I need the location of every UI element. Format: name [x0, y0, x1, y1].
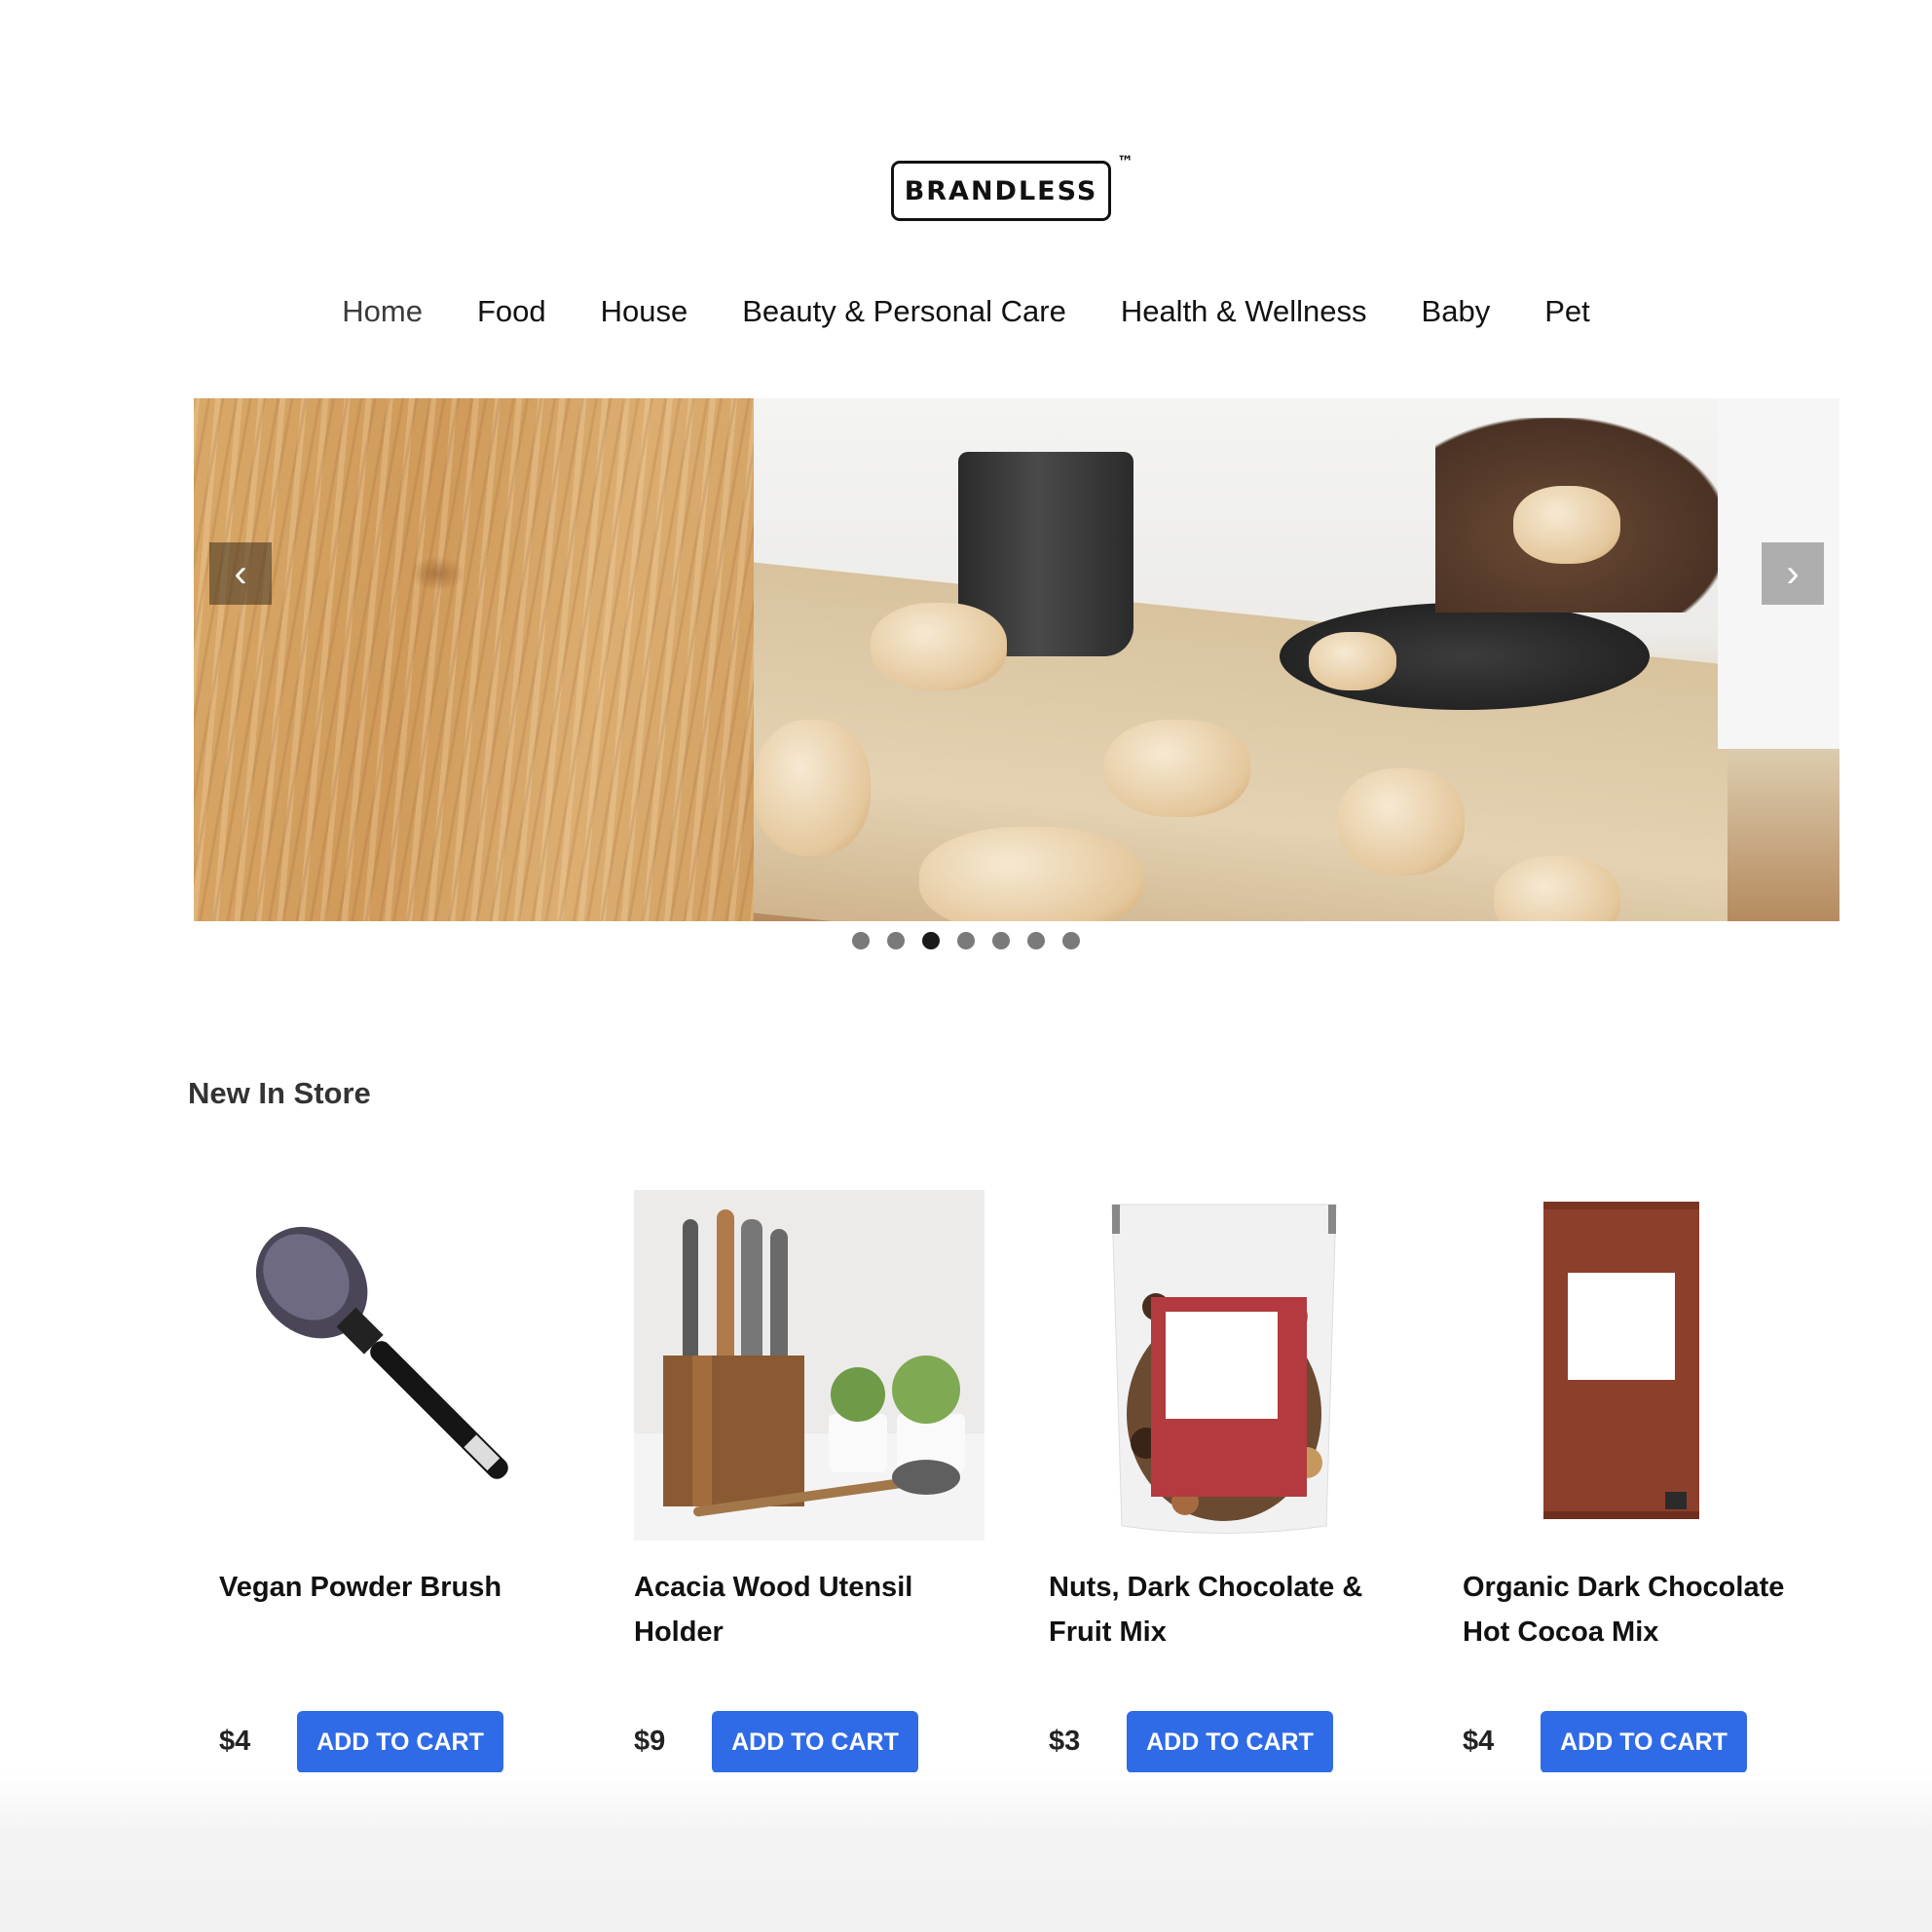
carousel-dot-2[interactable] [887, 932, 905, 949]
nav-item-house[interactable]: House [601, 294, 688, 329]
add-to-cart-button[interactable]: ADD TO CART [297, 1711, 503, 1773]
trademark-mark: ™ [1117, 153, 1133, 172]
main-nav: Home Food House Beauty & Personal Care H… [0, 287, 1932, 336]
add-to-cart-button[interactable]: ADD TO CART [1541, 1711, 1747, 1773]
cookie [1338, 768, 1465, 875]
baking-photo-image [754, 398, 1839, 921]
chevron-right-icon: › [1786, 551, 1800, 595]
carousel-dot-3[interactable] [922, 932, 940, 949]
product-price: $4 [219, 1726, 251, 1757]
chevron-left-icon: ‹ [234, 551, 247, 595]
section-title: New In Store [188, 1076, 371, 1110]
product-image-brush[interactable] [219, 1190, 570, 1541]
carousel-dots [0, 932, 1932, 951]
nav-item-food[interactable]: Food [477, 294, 546, 329]
carousel-dot-6[interactable] [1027, 932, 1045, 949]
carousel-dot-1[interactable] [852, 932, 870, 949]
nav-item-home[interactable]: Home [342, 294, 423, 329]
carousel-dot-4[interactable] [957, 932, 975, 949]
carousel-dot-7[interactable] [1062, 932, 1080, 949]
product-name[interactable]: Vegan Powder Brush [219, 1565, 570, 1610]
cookie [1309, 632, 1396, 690]
footer-band [0, 1772, 1932, 1932]
product-price: $4 [1463, 1726, 1495, 1757]
product-image-utensil-holder[interactable] [634, 1190, 985, 1541]
brand-logo[interactable]: BRANDLESS ™ [891, 153, 1144, 239]
brand-logo-box: BRANDLESS [891, 161, 1111, 221]
product-name[interactable]: Nuts, Dark Chocolate & Fruit Mix [1049, 1565, 1399, 1654]
cookie [871, 603, 1007, 690]
product-name[interactable]: Acacia Wood Utensil Holder [634, 1565, 985, 1654]
carousel-prev-button[interactable]: ‹ [209, 542, 272, 605]
cookie [1104, 720, 1250, 817]
product-price: $3 [1049, 1726, 1081, 1757]
add-to-cart-button[interactable]: ADD TO CART [1127, 1711, 1333, 1773]
muffin [1513, 486, 1620, 564]
cookie [919, 827, 1143, 921]
product-image-trail-mix[interactable] [1049, 1190, 1399, 1541]
nav-item-beauty[interactable]: Beauty & Personal Care [742, 294, 1066, 329]
carousel-next-button[interactable]: › [1762, 542, 1824, 605]
carousel-dot-5[interactable] [992, 932, 1010, 949]
nav-item-baby[interactable]: Baby [1422, 294, 1491, 329]
wood-texture-image [194, 398, 754, 921]
add-to-cart-button[interactable]: ADD TO CART [712, 1711, 918, 1773]
cookie [754, 720, 871, 856]
hero-carousel: ‹ › [194, 398, 1839, 921]
cookie [1494, 856, 1620, 921]
product-image-hot-cocoa[interactable] [1463, 1190, 1813, 1541]
nav-item-health[interactable]: Health & Wellness [1121, 294, 1367, 329]
nav-item-pet[interactable]: Pet [1544, 294, 1590, 329]
product-price: $9 [634, 1726, 666, 1757]
product-name[interactable]: Organic Dark Chocolate Hot Cocoa Mix [1463, 1565, 1813, 1654]
